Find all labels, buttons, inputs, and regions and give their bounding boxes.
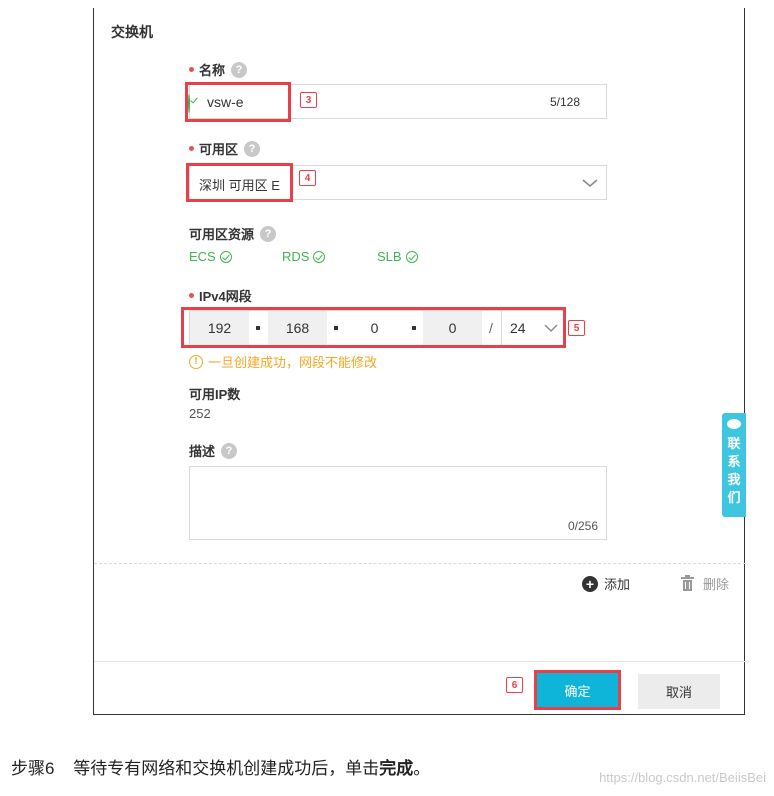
step-caption: 步骤6 等待专有网络和交换机创建成功后，单击完成。: [11, 754, 430, 779]
required-dot: [189, 293, 194, 298]
contact-char: 系: [727, 454, 741, 469]
description-label-text: 描述: [189, 444, 216, 459]
exclamation-circle-icon: !: [189, 354, 203, 369]
footer-divider: [94, 661, 746, 662]
description-label: 描述 ?: [189, 441, 238, 460]
zone-resources-label: 可用区资源 ?: [189, 224, 277, 243]
description-char-counter: 0/256: [567, 519, 598, 533]
check-circle-icon: [405, 250, 418, 263]
check-circle-icon: [313, 250, 326, 263]
required-dot: [189, 67, 194, 72]
check-circle-icon: [219, 250, 232, 263]
section-title: 交换机: [111, 24, 153, 40]
resource-rds: RDS: [282, 249, 326, 264]
annotation-box-5: [181, 307, 566, 348]
description-textarea[interactable]: 0/256: [189, 466, 607, 540]
resource-slb-label: SLB: [377, 249, 402, 264]
annotation-box-3: [185, 82, 291, 122]
resource-ecs: ECS: [189, 249, 232, 264]
ipv4-warning-text: 一旦创建成功，网段不能修改: [208, 355, 378, 370]
name-char-counter: 5/128: [549, 95, 580, 109]
zone-field-label: 可用区 ?: [189, 139, 261, 158]
contact-char: 联: [727, 436, 741, 451]
chevron-down-icon: [582, 179, 598, 187]
zone-label-text: 可用区: [199, 142, 239, 157]
annotation-badge-5: 5: [568, 320, 585, 336]
chat-bubble-icon: [727, 419, 741, 429]
zone-resources-label-text: 可用区资源: [189, 227, 255, 242]
help-icon[interactable]: ?: [221, 442, 238, 459]
annotation-box-4: [186, 163, 293, 202]
help-icon[interactable]: ?: [231, 61, 248, 78]
resource-ecs-label: ECS: [189, 249, 216, 264]
add-button-label: 添加: [604, 577, 631, 592]
trash-icon: [681, 575, 694, 591]
available-ips-value: 252: [189, 406, 211, 421]
annotation-badge-6: 6: [506, 677, 523, 693]
vswitch-form-panel: 交换机 名称 ? vsw-e 5/128 3 可用区 ? 深圳 可用区 E 4 …: [93, 8, 746, 715]
add-button[interactable]: + 添加: [582, 574, 630, 593]
annotation-badge-4: 4: [299, 170, 316, 186]
name-label-text: 名称: [199, 63, 226, 78]
step-bold-text: 完成: [379, 759, 414, 778]
plus-circle-icon: +: [582, 575, 598, 592]
step-end: 。: [413, 759, 431, 778]
ipv4-field-label: IPv4网段: [189, 286, 252, 305]
contact-us-tab[interactable]: 联 系 我 们: [722, 413, 746, 517]
annotation-badge-3: 3: [300, 92, 317, 108]
confirm-button[interactable]: 确定: [537, 673, 618, 707]
required-dot: [189, 146, 194, 151]
divider: [94, 563, 746, 564]
resource-rds-label: RDS: [282, 249, 310, 264]
ipv4-label-text: IPv4网段: [199, 289, 252, 304]
step-text: 等待专有网络和交换机创建成功后，单击: [73, 759, 380, 778]
name-field-label: 名称 ?: [189, 60, 248, 79]
resource-slb: SLB: [377, 249, 418, 264]
cancel-button[interactable]: 取消: [638, 674, 720, 709]
delete-button[interactable]: 删除: [680, 574, 729, 593]
watermark: https://blog.csdn.net/BeiisBei: [599, 770, 766, 785]
help-icon[interactable]: ?: [260, 225, 277, 242]
contact-char: 们: [727, 490, 741, 505]
delete-button-label: 删除: [703, 577, 730, 592]
available-ips-label: 可用IP数: [189, 387, 241, 402]
step-number: 步骤6: [11, 759, 55, 778]
ipv4-warning: ! 一旦创建成功，网段不能修改: [189, 352, 377, 371]
contact-char: 我: [727, 472, 741, 487]
help-icon[interactable]: ?: [244, 140, 261, 157]
